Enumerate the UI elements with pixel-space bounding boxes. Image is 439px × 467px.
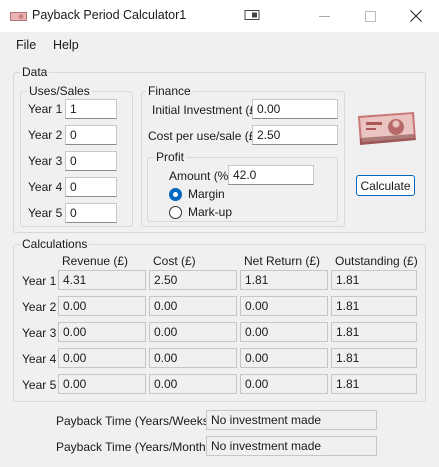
calc-outstanding-cell[interactable]: 1.81 xyxy=(331,374,417,394)
payback-weeks-label: Payback Time (Years/Weeks) xyxy=(56,414,213,428)
calc-cost-cell[interactable]: 0.00 xyxy=(149,348,237,368)
menu-help[interactable]: Help xyxy=(53,38,79,52)
amount-input[interactable]: 42.0 xyxy=(228,165,314,185)
calc-outstanding-cell[interactable]: 1.81 xyxy=(331,348,417,368)
window-extra-icon[interactable] xyxy=(244,9,260,22)
uses-year3-label: Year 3 xyxy=(28,154,63,168)
close-button[interactable] xyxy=(393,0,439,32)
initial-investment-input[interactable]: 0.00 xyxy=(252,99,338,119)
calc-row-label: Year 5 xyxy=(22,378,57,392)
calc-net-return-cell[interactable]: 0.00 xyxy=(240,374,328,394)
calc-outstanding-cell[interactable]: 1.81 xyxy=(331,270,417,290)
uses-year5-input[interactable]: 0 xyxy=(65,203,117,223)
payback-months-field[interactable]: No investment made xyxy=(206,436,377,456)
uses-year1-label: Year 1 xyxy=(28,102,63,116)
payback-months-label: Payback Time (Years/Months) xyxy=(56,440,216,454)
uses-year1-input[interactable]: 1 xyxy=(65,99,117,119)
calc-net-return-cell[interactable]: 0.00 xyxy=(240,296,328,316)
uses-sales-legend: Uses/Sales xyxy=(27,84,92,98)
banknote-icon xyxy=(10,12,27,21)
amount-label: Amount (%) xyxy=(169,169,233,183)
calc-outstanding-cell[interactable]: 1.81 xyxy=(331,322,417,342)
calc-net-return-cell[interactable]: 0.00 xyxy=(240,322,328,342)
col-header-net-return: Net Return (£) xyxy=(244,254,321,268)
calc-revenue-cell[interactable]: 0.00 xyxy=(58,296,146,316)
profit-legend: Profit xyxy=(154,150,187,164)
uses-year4-input[interactable]: 0 xyxy=(65,177,117,197)
calc-row-label: Year 2 xyxy=(22,300,57,314)
uses-year2-label: Year 2 xyxy=(28,128,63,142)
calc-net-return-cell[interactable]: 0.00 xyxy=(240,348,328,368)
calculate-button[interactable]: Calculate xyxy=(356,175,415,196)
uses-year3-input[interactable]: 0 xyxy=(65,151,117,171)
close-icon xyxy=(410,10,422,22)
calc-cost-cell[interactable]: 0.00 xyxy=(149,374,237,394)
payback-weeks-field[interactable]: No investment made xyxy=(206,410,377,430)
margin-radio[interactable] xyxy=(169,188,182,201)
calc-row-label: Year 4 xyxy=(22,352,57,366)
maximize-button[interactable] xyxy=(347,0,393,32)
data-group-legend: Data xyxy=(20,65,50,79)
cost-per-use-label: Cost per use/sale (£) xyxy=(148,129,260,143)
menu-file[interactable]: File xyxy=(16,38,36,52)
calc-cost-cell[interactable]: 0.00 xyxy=(149,296,237,316)
markup-label: Mark-up xyxy=(188,205,233,219)
window-title: Payback Period Calculator1 xyxy=(32,8,187,22)
calc-revenue-cell[interactable]: 0.00 xyxy=(58,348,146,368)
minimize-icon xyxy=(318,15,330,17)
uses-year5-label: Year 5 xyxy=(28,206,63,220)
calc-row-label: Year 3 xyxy=(22,326,57,340)
calc-cost-cell[interactable]: 2.50 xyxy=(149,270,237,290)
col-header-revenue: Revenue (£) xyxy=(62,254,129,268)
calc-revenue-cell[interactable]: 4.31 xyxy=(58,270,146,290)
calc-revenue-cell[interactable]: 0.00 xyxy=(58,374,146,394)
uses-year2-input[interactable]: 0 xyxy=(65,125,117,145)
initial-investment-label: Initial Investment (£) xyxy=(152,103,261,117)
banknote-picture xyxy=(358,112,416,145)
calc-row-label: Year 1 xyxy=(22,274,57,288)
calc-revenue-cell[interactable]: 0.00 xyxy=(58,322,146,342)
calc-cost-cell[interactable]: 0.00 xyxy=(149,322,237,342)
maximize-icon xyxy=(364,10,376,22)
finance-legend: Finance xyxy=(146,84,193,98)
calc-outstanding-cell[interactable]: 1.81 xyxy=(331,296,417,316)
col-header-outstanding: Outstanding (£) xyxy=(335,254,418,268)
calculations-legend: Calculations xyxy=(20,237,90,251)
calc-net-return-cell[interactable]: 1.81 xyxy=(240,270,328,290)
markup-radio[interactable] xyxy=(169,206,182,219)
minimize-button[interactable] xyxy=(301,0,347,32)
uses-year4-label: Year 4 xyxy=(28,180,63,194)
cost-per-use-input[interactable]: 2.50 xyxy=(252,125,338,145)
col-header-cost: Cost (£) xyxy=(153,254,196,268)
margin-label: Margin xyxy=(188,187,225,201)
